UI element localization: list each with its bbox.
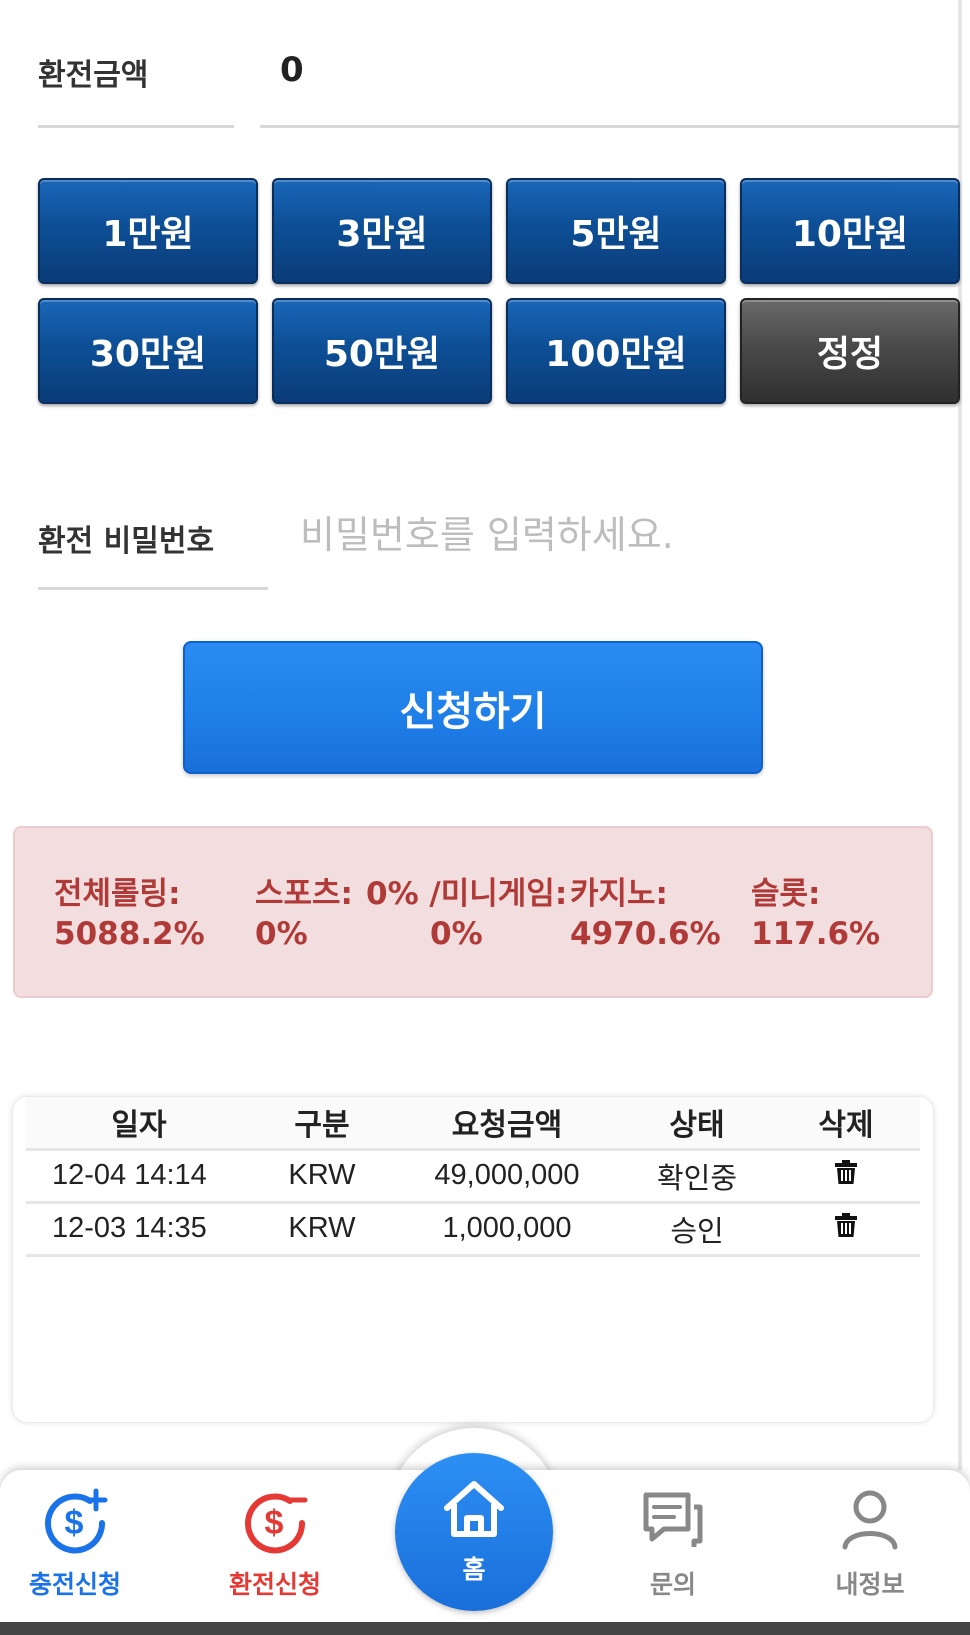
withdraw-page: 환전금액 0 1만원 3만원 5만원 10만원 30만원 50만원 100만원 … — [0, 0, 970, 1635]
nav-home-label: 홈 — [462, 1555, 486, 1584]
user-icon — [795, 1485, 945, 1555]
amount-button-grid: 1만원 3만원 5만원 10만원 30만원 50만원 100만원 정정 — [38, 178, 960, 404]
nav-withdraw-label: 환전신청 — [228, 1570, 321, 1599]
password-input[interactable] — [300, 505, 940, 565]
casino-rolling-value: 4970.6% — [570, 916, 721, 952]
amount-field[interactable]: 0 — [280, 50, 304, 90]
amount-button-50k[interactable]: 5만원 — [506, 178, 726, 284]
submit-button[interactable]: 신청하기 — [183, 641, 763, 774]
mini-game-rolling-value: 0% — [430, 916, 483, 952]
amount-button-500k[interactable]: 50만원 — [272, 298, 492, 404]
row-delete-cell — [772, 1149, 920, 1204]
amount-button-300k[interactable]: 30만원 — [38, 298, 258, 404]
row-date: 12-04 14:14 — [26, 1149, 252, 1204]
amount-label: 환전금액 — [38, 58, 149, 93]
header-status: 상태 — [622, 1097, 772, 1151]
header-date: 일자 — [26, 1097, 252, 1151]
row-amount: 49,000,000 — [392, 1149, 622, 1204]
header-type: 구분 — [252, 1097, 392, 1151]
nav-inquiry-label: 문의 — [649, 1570, 696, 1599]
withdraw-dollar-minus-icon: $ — [200, 1485, 350, 1555]
slot-rolling-value: 117.6% — [751, 916, 881, 952]
amount-button-10k[interactable]: 1만원 — [38, 178, 258, 284]
amount-button-30k[interactable]: 3만원 — [272, 178, 492, 284]
row-delete-cell — [772, 1202, 920, 1257]
slot-rolling-label: 슬롯: — [751, 876, 821, 912]
sports-rolling-label: 스포츠: — [255, 876, 353, 912]
nav-my-info-label: 내정보 — [835, 1570, 905, 1599]
svg-text:$: $ — [265, 1504, 284, 1542]
nav-withdraw[interactable]: $ 환전신청 — [200, 1485, 350, 1601]
nav-deposit-label: 충전신청 — [28, 1570, 121, 1599]
amount-button-1m[interactable]: 100만원 — [506, 298, 726, 404]
table-row: 12-04 14:14 KRW 49,000,000 확인중 — [26, 1149, 920, 1204]
total-rolling-label: 전체롤링: — [54, 876, 181, 912]
rolling-info-box: 전체롤링: 5088.2% 스포츠: 0% 0% /미니게임: 0% 카지노: … — [13, 826, 933, 998]
trash-icon[interactable] — [834, 1212, 858, 1246]
chat-bubble-icon — [598, 1485, 748, 1555]
amount-button-100k[interactable]: 10만원 — [740, 178, 960, 284]
total-rolling-value: 5088.2% — [54, 916, 205, 952]
trash-icon[interactable] — [834, 1159, 858, 1193]
password-label-underline — [38, 587, 268, 590]
row-date: 12-03 14:35 — [26, 1202, 252, 1257]
amount-field-underline — [260, 125, 960, 128]
nav-deposit[interactable]: $ 충전신청 — [0, 1485, 150, 1601]
casino-rolling-label: 카지노: — [570, 876, 668, 912]
row-status: 확인중 — [622, 1149, 772, 1204]
password-label: 환전 비밀번호 — [38, 524, 215, 559]
system-bottom-bar — [0, 1622, 970, 1635]
nav-home-button[interactable]: 홈 — [395, 1453, 553, 1611]
deposit-dollar-plus-icon: $ — [0, 1485, 150, 1555]
row-type: KRW — [252, 1149, 392, 1204]
withdraw-history-table: 일자 구분 요청금액 상태 삭제 12-04 14:14 KRW 49,000,… — [26, 1097, 920, 1257]
row-type: KRW — [252, 1202, 392, 1257]
withdraw-history-panel: 일자 구분 요청금액 상태 삭제 12-04 14:14 KRW 49,000,… — [13, 1097, 933, 1422]
reset-button[interactable]: 정정 — [740, 298, 960, 404]
header-delete: 삭제 — [772, 1097, 920, 1151]
mini-game-rolling-label: 0% /미니게임: — [366, 876, 568, 912]
table-row: 12-03 14:35 KRW 1,000,000 승인 — [26, 1202, 920, 1257]
header-amount: 요청금액 — [392, 1097, 622, 1151]
svg-text:$: $ — [65, 1504, 84, 1542]
amount-label-underline — [38, 125, 234, 128]
nav-my-info[interactable]: 내정보 — [795, 1485, 945, 1601]
row-status: 승인 — [622, 1202, 772, 1257]
sports-rolling-value: 0% — [255, 916, 308, 952]
nav-inquiry[interactable]: 문의 — [598, 1485, 748, 1601]
table-header-row: 일자 구분 요청금액 상태 삭제 — [26, 1097, 920, 1151]
row-amount: 1,000,000 — [392, 1202, 622, 1257]
home-icon — [441, 1478, 507, 1544]
